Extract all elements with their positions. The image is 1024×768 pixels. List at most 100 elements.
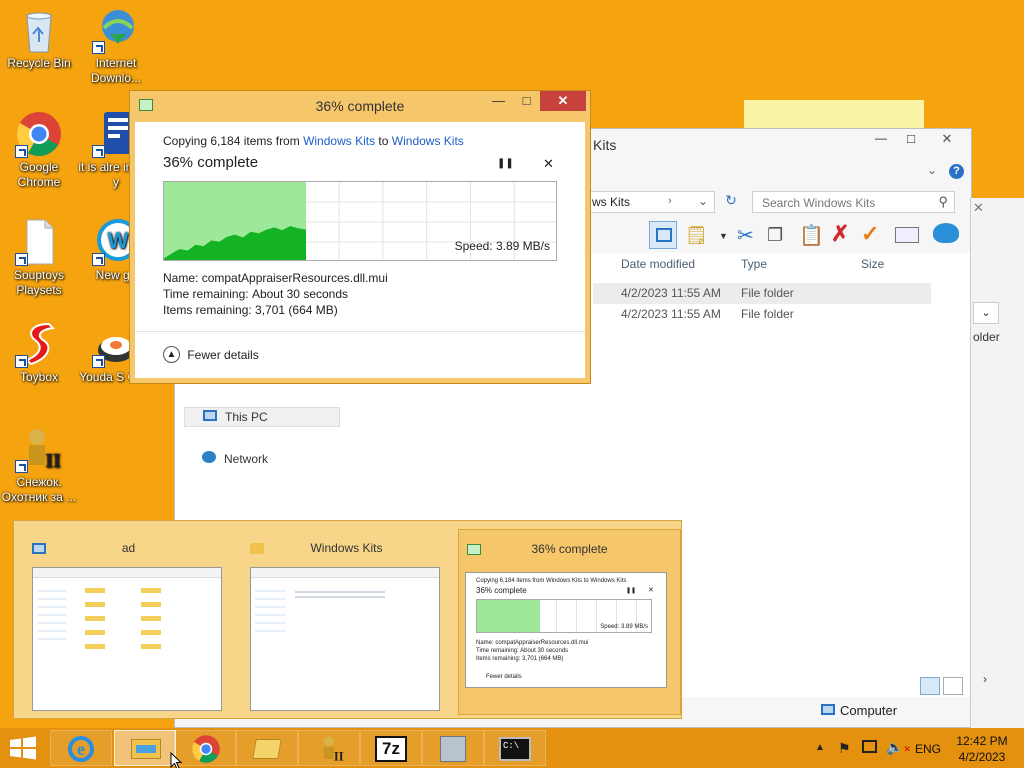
cancel-button[interactable]: ✕ [543,156,554,172]
taskbar-file-copy[interactable] [236,730,298,766]
shortcut-arrow-icon [92,145,105,158]
table-row[interactable]: 4/2/2023 11:55 AM File folder [593,304,931,325]
table-row[interactable]: 4/2/2023 11:55 AM File folder [593,283,931,304]
switcher-item-ad[interactable]: ad [26,529,231,715]
row-type: File folder [741,286,794,300]
row-date: 4/2/2023 11:55 AM [621,307,721,321]
address-bar[interactable]: ws Kits › ⌄ [585,191,715,213]
details-view-icon[interactable] [920,677,940,695]
desktop-icon-google-chrome[interactable]: Google Chrome [1,110,77,190]
background-window-note [744,100,924,130]
maximize-button[interactable]: □ [512,91,541,111]
taskbar-file-explorer[interactable] [114,730,176,766]
dialog-titlebar[interactable]: 36% complete — □ ✕ [130,91,590,121]
properties-icon[interactable]: 🗒 [685,225,708,246]
recycle-bin-icon [15,6,63,54]
ribbon-expand-icon[interactable]: ⌄ [927,163,937,177]
copy-progress-dialog[interactable]: 36% complete — □ ✕ Copying 6,184 items f… [129,90,591,384]
minimize-button[interactable]: — [484,91,513,111]
window-switcher[interactable]: ad Windows Kits 36% complete Copying 6,1… [13,520,682,719]
taskbar: e II 7z C:\ ▲ ⚑ 🔈✕ ENG 12:42 PM 4/2/2023 [0,728,1024,768]
desktop-icon-recycle-bin[interactable]: Recycle Bin [1,6,77,71]
dialog-body: Copying 6,184 items from Windows Kits to… [135,122,585,378]
document-icon [15,218,63,266]
switcher-item-windows-kits[interactable]: Windows Kits [244,529,449,715]
delete-icon[interactable]: ✗ [831,221,849,247]
progress-graph: Speed: 3.89 MB/s [163,181,557,261]
speed-area [164,226,306,260]
desktop-icon-label: Снежок. Охотник за ... [1,475,77,504]
fewer-details-button[interactable]: ▲ Fewer details [163,346,259,363]
svg-text:W: W [108,228,129,253]
mini-pause-icon: ❚❚ [626,588,637,594]
language-indicator[interactable]: ENG [915,742,941,756]
action-center-flag-icon[interactable]: ⚑ [838,740,851,757]
clock-date[interactable]: 4/2/2023 [950,750,1014,764]
rename-icon[interactable]: ✓ [861,221,879,247]
desktop-icon-snezhok[interactable]: II Снежок. Охотник за ... [1,425,77,505]
explorer-title: Kits [593,137,617,153]
nav-item-label: This PC [225,410,268,424]
copy-icon[interactable]: ❐ [767,225,783,246]
desktop-icon-souptoys[interactable]: Souptoys Playsets [1,218,77,298]
chrome-icon [15,110,63,158]
refresh-icon[interactable]: ↻ [721,192,741,212]
search-box[interactable]: Search Windows Kits ⚲ [752,191,955,213]
mini-name: Name: compatAppraiserResources.dll.mui [476,640,589,646]
percent-complete-label: 36% complete [163,154,259,171]
volume-muted-icon[interactable]: 🔈✕ [886,739,911,756]
seven-zip-icon: 7z [375,736,407,762]
network-tray-icon[interactable] [862,740,877,753]
taskbar-command-prompt[interactable]: C:\ [484,730,546,766]
desktop-icon-toybox[interactable]: Toybox [1,320,77,385]
nav-item-network[interactable]: Network [184,449,340,469]
cut-icon[interactable]: ✂ [737,223,754,248]
dropdown-chevron-icon[interactable]: ▼ [719,231,728,241]
column-header-size[interactable]: Size [861,257,884,271]
close-button[interactable]: ✕ [926,131,968,151]
switcher-item-copy-progress[interactable]: 36% complete Copying 6,184 items from Wi… [458,529,681,715]
game-character-icon: II [15,425,63,473]
source-link[interactable]: Windows Kits [303,134,375,148]
clock-time[interactable]: 12:42 PM [950,734,1014,748]
taskbar-google-chrome[interactable] [174,730,236,766]
switcher-item-title: 36% complete [531,542,608,556]
game-character-icon: II [323,736,344,763]
shortcut-arrow-icon [15,460,28,473]
mouse-cursor-icon [170,752,182,768]
show-hidden-icons-chevron[interactable]: ▲ [815,742,825,753]
taskbar-installer[interactable] [422,730,484,766]
mini-time: Time remaining: About 30 seconds [476,648,569,654]
svg-text:II: II [45,450,61,472]
pause-button[interactable]: ❚❚ [497,158,514,169]
switcher-preview: Copying 6,184 items from Windows Kits to… [465,572,667,688]
nav-item-this-pc[interactable]: This PC [184,407,340,427]
help-icon[interactable]: ? [949,164,964,179]
paste-icon[interactable]: 📋 [799,223,824,248]
large-icons-view-icon[interactable] [943,677,963,695]
to-word: to [375,134,392,148]
options-icon[interactable] [933,223,959,243]
view-pane-icon[interactable] [649,221,677,249]
desktop-icon-internet-download[interactable]: Internet Downlo... [78,6,154,86]
address-dropdown-icon[interactable]: ⌄ [698,194,708,208]
behind-text: older [973,330,1000,344]
mini-fewer: Fewer details [486,674,522,680]
command-prompt-icon: C:\ [499,737,531,761]
taskbar-game[interactable]: II [298,730,360,766]
minimize-button[interactable]: — [867,131,895,151]
destination-link[interactable]: Windows Kits [392,134,464,148]
detail-items: Items remaining: 3,701 (664 MB) [163,303,338,317]
column-header-type[interactable]: Type [741,257,767,271]
taskbar-internet-explorer[interactable]: e [50,730,112,766]
windows-logo-icon [10,736,36,760]
select-icon[interactable] [895,227,919,243]
column-header-date[interactable]: Date modified [621,257,695,271]
start-button[interactable] [8,736,38,760]
toybox-icon [15,320,63,368]
search-icon: ⚲ [938,194,948,209]
shortcut-arrow-icon [15,253,28,266]
taskbar-7zip[interactable]: 7z [360,730,422,766]
maximize-button[interactable]: □ [897,131,925,151]
close-button[interactable]: ✕ [540,91,586,111]
